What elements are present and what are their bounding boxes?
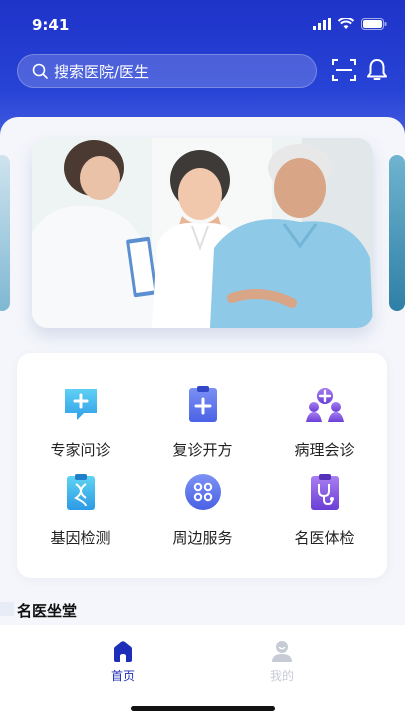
home-indicator xyxy=(131,706,275,711)
service-pathology-consult[interactable]: 病理会诊 xyxy=(263,385,386,460)
wifi-icon xyxy=(338,18,354,29)
tab-home-label: 首页 xyxy=(110,669,135,683)
service-label: 基因检测 xyxy=(50,529,111,547)
status-bar: 9:41 xyxy=(0,0,405,50)
tab-mine[interactable]: 我的 xyxy=(252,639,312,684)
scan-icon[interactable] xyxy=(332,59,356,81)
tab-home[interactable]: 首页 xyxy=(93,639,153,684)
services-grid: 专家问诊 复诊开方 病理会诊 基因检测 周边服务 名医体检 xyxy=(17,353,387,578)
section-title: 名医坐堂 xyxy=(17,602,78,620)
bell-icon[interactable] xyxy=(366,58,388,82)
banner-image[interactable] xyxy=(32,138,373,328)
home-icon xyxy=(114,641,132,662)
banner-prev-slide[interactable] xyxy=(0,155,10,311)
service-label: 复诊开方 xyxy=(172,441,233,459)
grid-circle-icon xyxy=(184,474,221,510)
service-expert-consult[interactable]: 专家问诊 xyxy=(19,385,142,460)
search-input[interactable]: 搜索医院/医生 xyxy=(17,54,317,88)
status-time: 9:41 xyxy=(32,16,70,34)
signal-icon xyxy=(313,18,331,30)
service-label: 病理会诊 xyxy=(294,441,355,459)
banner-next-slide[interactable] xyxy=(389,155,405,311)
service-label: 名医体检 xyxy=(294,529,355,547)
dna-clipboard-icon xyxy=(66,474,95,510)
user-icon xyxy=(272,641,292,662)
search-placeholder: 搜索医院/医生 xyxy=(54,62,150,81)
chat-plus-icon xyxy=(64,389,97,420)
service-label: 专家问诊 xyxy=(50,441,111,459)
service-repeat-prescription[interactable]: 复诊开方 xyxy=(141,385,264,460)
stethoscope-clipboard-icon xyxy=(310,474,339,510)
service-label: 周边服务 xyxy=(172,529,233,547)
service-gene-testing[interactable]: 基因检测 xyxy=(19,473,142,548)
tab-mine-label: 我的 xyxy=(269,669,294,683)
search-icon xyxy=(32,63,48,79)
section-marker xyxy=(0,602,14,616)
famous-doctors-section: 名医坐堂 xyxy=(0,598,405,620)
banner-carousel[interactable] xyxy=(0,138,405,338)
service-checkup[interactable]: 名医体检 xyxy=(263,473,386,548)
battery-icon xyxy=(361,18,387,30)
doctors-group-icon xyxy=(305,388,344,422)
doctor-patients-illustration xyxy=(32,138,373,328)
service-nearby[interactable]: 周边服务 xyxy=(141,473,264,548)
clipboard-plus-icon xyxy=(188,386,217,422)
